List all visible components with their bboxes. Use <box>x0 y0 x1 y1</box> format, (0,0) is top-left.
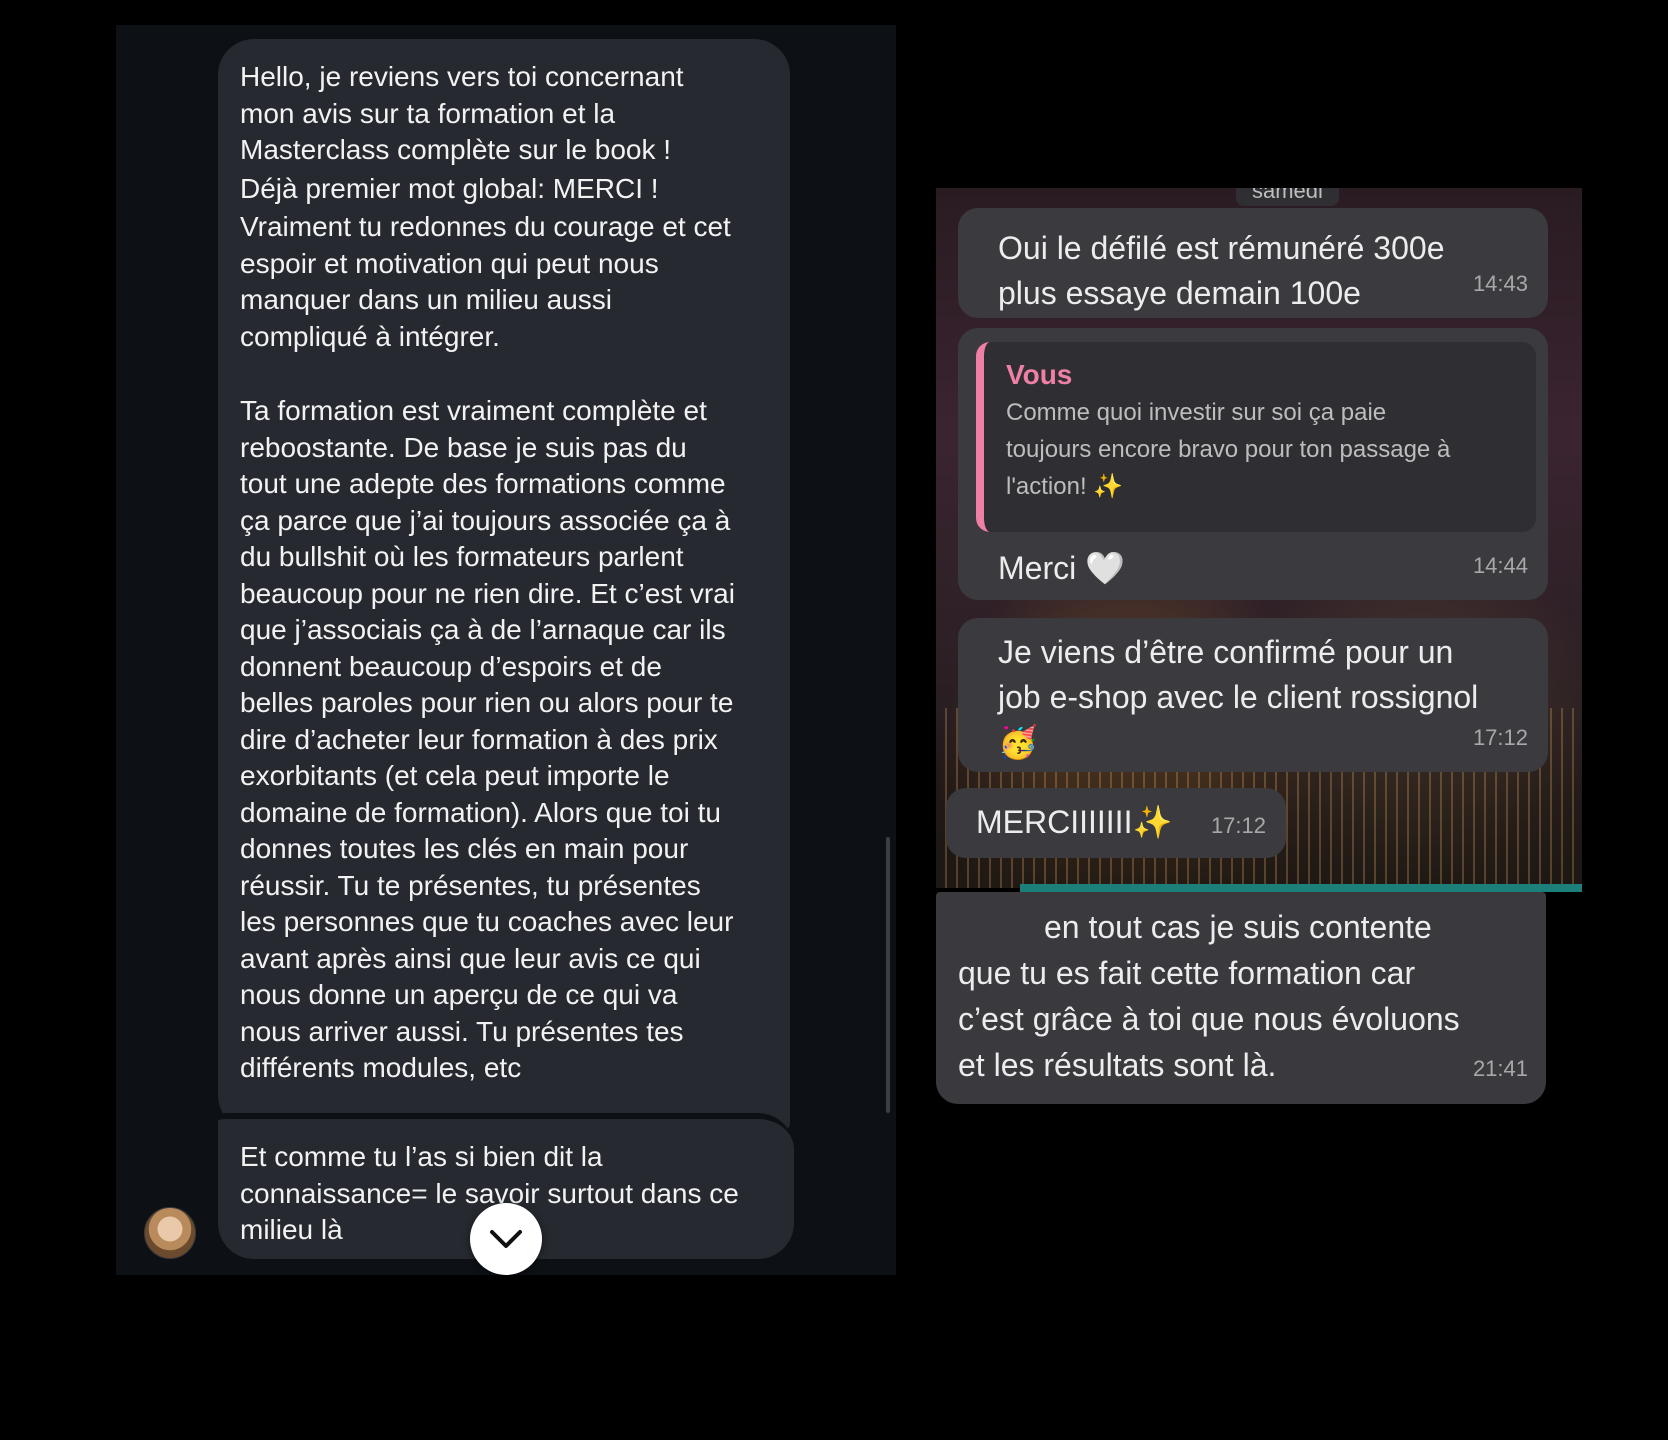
whatsapp-chat-panel: samedi Oui le défilé est rémunéré 300e p… <box>936 188 1582 888</box>
scrollbar[interactable] <box>886 837 890 1113</box>
message-text: Merci 🤍 <box>998 550 1125 586</box>
instagram-chat-panel: Hello, je reviens vers toi concernant mo… <box>116 25 896 1275</box>
message-text: que tu es fait cette formation car c’est… <box>958 955 1460 1083</box>
message-timestamp: 17:12 <box>1210 813 1266 838</box>
message-text: en tout cas je suis contente <box>1044 909 1432 945</box>
date-separator: samedi <box>1236 188 1339 206</box>
message-text: Oui le défilé est rémunéré 300e plus ess… <box>998 230 1445 311</box>
quoted-text: Comme quoi investir sur soi ça paie touj… <box>1006 399 1451 500</box>
message-paragraph: Déjà premier mot global: MERCI ! <box>240 172 659 204</box>
message-timestamp: 14:43 <box>1472 271 1528 296</box>
scroll-down-button[interactable] <box>470 1203 542 1275</box>
message-paragraph: Hello, je reviens vers toi concernant mo… <box>240 61 684 165</box>
avatar[interactable] <box>144 1207 196 1259</box>
quoted-author: Vous <box>1006 359 1073 390</box>
message-bubble[interactable]: MERCIIIIIII✨ 17:12 <box>946 788 1286 858</box>
message-paragraph: Ta formation est vraiment complète et re… <box>240 395 735 1083</box>
message-paragraph: Vraiment tu redonnes du courage et cet e… <box>240 211 731 352</box>
message-timestamp: 21:41 <box>1472 1056 1528 1081</box>
message-bubble[interactable]: Oui le défilé est rémunéré 300e plus ess… <box>958 208 1548 318</box>
message-text: Je viens d’être confirmé pour un job e-s… <box>998 634 1479 760</box>
divider <box>1020 884 1582 892</box>
message-timestamp: 14:44 <box>1472 553 1528 578</box>
quoted-message[interactable]: Vous Comme quoi investir sur soi ça paie… <box>976 342 1536 532</box>
chevron-down-icon <box>486 1219 526 1259</box>
message-bubble[interactable]: en tout cas je suis contente que tu es f… <box>936 892 1546 1104</box>
message-bubble[interactable]: Je viens d’être confirmé pour un job e-s… <box>958 618 1548 772</box>
message-bubble[interactable]: Hello, je reviens vers toi concernant mo… <box>218 39 790 1131</box>
reply-message-bubble[interactable]: Vous Comme quoi investir sur soi ça paie… <box>958 328 1548 600</box>
message-timestamp: 17:12 <box>1472 725 1528 750</box>
